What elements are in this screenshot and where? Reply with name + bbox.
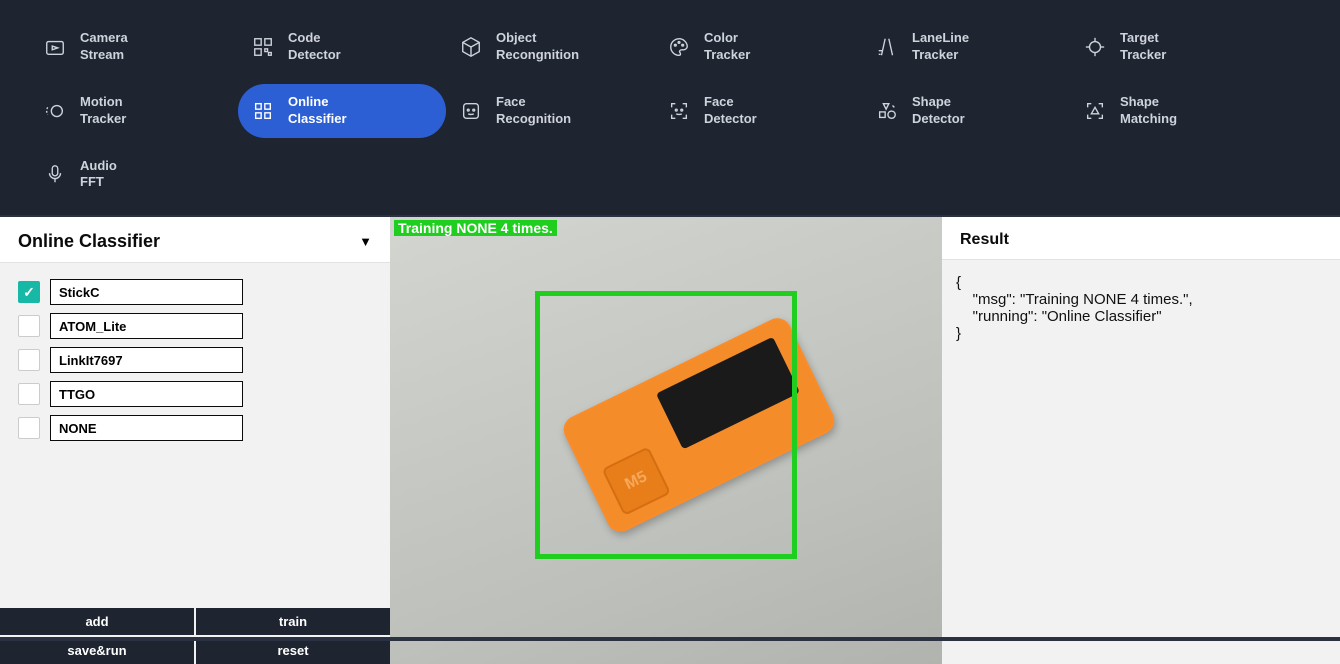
nav-label: AudioFFT (80, 158, 117, 192)
nav-item-audio-fft[interactable]: AudioFFT (30, 148, 238, 202)
nav-item-face-recognition[interactable]: FaceRecognition (446, 84, 654, 138)
class-name-input[interactable] (50, 279, 243, 305)
nav-label: ShapeDetector (912, 94, 965, 128)
class-name-input[interactable] (50, 313, 243, 339)
face-icon (460, 100, 482, 122)
main-area: Online Classifier ▼ add train save&run r… (0, 215, 1340, 664)
sidebar-header: Online Classifier ▼ (0, 217, 390, 263)
class-row (18, 313, 372, 339)
motion-icon (44, 100, 66, 122)
nav-item-shape-matching[interactable]: ShapeMatching (1070, 84, 1278, 138)
result-json: { "msg": "Training NONE 4 times.", "runn… (942, 260, 1340, 356)
facedet-icon (668, 100, 690, 122)
sidebar-title: Online Classifier (18, 231, 160, 252)
sidebar: Online Classifier ▼ add train save&run r… (0, 217, 390, 664)
collapse-icon[interactable]: ▼ (359, 234, 372, 249)
nav-label: TargetTracker (1120, 30, 1166, 64)
nav-item-face-detector[interactable]: FaceDetector (654, 84, 862, 138)
result-panel: Result { "msg": "Training NONE 4 times."… (942, 217, 1340, 664)
class-name-input[interactable] (50, 415, 243, 441)
qr-icon (252, 36, 274, 58)
palette-icon (668, 36, 690, 58)
nav-label: FaceDetector (704, 94, 757, 128)
grid-icon (252, 100, 274, 122)
class-list (0, 263, 390, 608)
nav-label: LaneLineTracker (912, 30, 969, 64)
shapematch-icon (1084, 100, 1106, 122)
nav-label: MotionTracker (80, 94, 126, 128)
nav-label: ColorTracker (704, 30, 750, 64)
nav-label: FaceRecognition (496, 94, 571, 128)
class-row (18, 347, 372, 373)
nav-item-shape-detector[interactable]: ShapeDetector (862, 84, 1070, 138)
mic-icon (44, 163, 66, 185)
nav-item-camera-stream[interactable]: CameraStream (30, 20, 238, 74)
result-title: Result (960, 231, 1009, 248)
class-name-input[interactable] (50, 347, 243, 373)
bottom-strip (0, 637, 1340, 641)
nav-label: OnlineClassifier (288, 94, 347, 128)
nav-label: CodeDetector (288, 30, 341, 64)
reset-button[interactable]: reset (196, 637, 390, 664)
nav-item-code-detector[interactable]: CodeDetector (238, 20, 446, 74)
top-nav: CameraStream CodeDetector ObjectRecongniti… (0, 0, 1340, 215)
add-button[interactable]: add (0, 608, 194, 635)
result-header: Result (942, 217, 1340, 260)
train-button[interactable]: train (196, 608, 390, 635)
class-row (18, 381, 372, 407)
nav-item-online-classifier[interactable]: OnlineClassifier (238, 84, 446, 138)
nav-item-color-tracker[interactable]: ColorTracker (654, 20, 862, 74)
cube-icon (460, 36, 482, 58)
shape-icon (876, 100, 898, 122)
class-checkbox[interactable] (18, 281, 40, 303)
class-row (18, 279, 372, 305)
class-row (18, 415, 372, 441)
nav-label: ShapeMatching (1120, 94, 1177, 128)
nav-item-target-tracker[interactable]: TargetTracker (1070, 20, 1278, 74)
nav-label: ObjectRecongnition (496, 30, 579, 64)
lane-icon (876, 36, 898, 58)
target-icon (1084, 36, 1106, 58)
nav-label: CameraStream (80, 30, 128, 64)
class-name-input[interactable] (50, 381, 243, 407)
class-checkbox[interactable] (18, 315, 40, 337)
nav-item-motion-tracker[interactable]: MotionTracker (30, 84, 238, 138)
class-checkbox[interactable] (18, 383, 40, 405)
class-checkbox[interactable] (18, 349, 40, 371)
class-checkbox[interactable] (18, 417, 40, 439)
training-overlay-label: Training NONE 4 times. (394, 220, 557, 236)
detection-bbox (535, 291, 797, 559)
camera-panel: Training NONE 4 times. M5 (390, 217, 942, 664)
camera-canvas: Training NONE 4 times. M5 (390, 217, 942, 664)
nav-item-laneline-tracker[interactable]: LaneLineTracker (862, 20, 1070, 74)
save-run-button[interactable]: save&run (0, 637, 194, 664)
nav-item-object-recongnition[interactable]: ObjectRecongnition (446, 20, 654, 74)
camera-icon (44, 36, 66, 58)
